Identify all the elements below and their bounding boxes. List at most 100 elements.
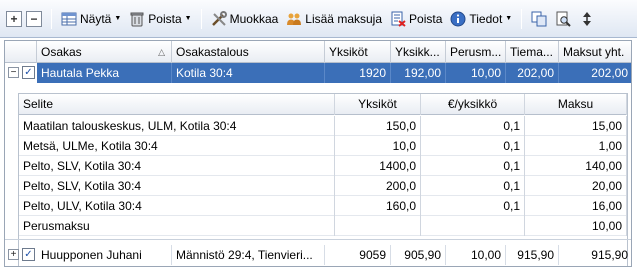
detail-cell-selite: Pelto, ULV, Kotila 30:4 bbox=[19, 196, 335, 216]
expand-row-icon[interactable]: + bbox=[8, 249, 19, 260]
header-tiemaksu[interactable]: Tiema... bbox=[506, 41, 559, 63]
detail-cell-per-yksikko: 0,1 bbox=[421, 136, 525, 156]
cell-osakastalous: Männistö 29:4, Tienvieri... bbox=[172, 245, 325, 265]
collapse-all-button[interactable]: − bbox=[26, 10, 42, 27]
copy-button[interactable] bbox=[527, 8, 551, 30]
sort-icon bbox=[583, 11, 592, 26]
dropdown-arrow-icon: ▼ bbox=[184, 15, 192, 22]
toolbar-separator bbox=[51, 8, 52, 29]
poista-dropdown-button[interactable]: Poista ▼ bbox=[125, 8, 195, 30]
lisaa-maksuja-label: Lisää maksuja bbox=[305, 11, 383, 26]
dropdown-arrow-icon: ▼ bbox=[114, 15, 122, 22]
detail-cell-maksu: 16,00 bbox=[525, 196, 627, 216]
detail-cell-per-yksikko bbox=[421, 216, 525, 236]
expand-all-button[interactable]: + bbox=[6, 10, 22, 27]
cell-osakas: Hautala Pekka bbox=[37, 63, 172, 83]
nayta-label: Näytä bbox=[80, 11, 112, 26]
cell-tiemaksu: 915,90 bbox=[506, 245, 559, 265]
header-osakas[interactable]: Osakas △ bbox=[37, 41, 172, 63]
detail-header: Selite Yksiköt €/yksikkö Maksu bbox=[19, 94, 627, 115]
detail-cell-maksu: 1,00 bbox=[525, 136, 627, 156]
cell-perusmaksu: 10,00 bbox=[446, 63, 506, 83]
detail-cell-per-yksikko: 0,1 bbox=[421, 176, 525, 196]
header-maksut-yht[interactable]: Maksut yht. bbox=[559, 41, 631, 63]
detail-cell-selite: Perusmaksu bbox=[19, 216, 335, 236]
cell-yksikot: 1920 bbox=[325, 63, 391, 83]
poista-label: Poista bbox=[409, 11, 443, 26]
header-yksikot[interactable]: Yksiköt bbox=[325, 41, 391, 63]
detail-row[interactable]: Pelto, SLV, Kotila 30:4 200,0 0,1 20,00 bbox=[19, 176, 627, 196]
toolbar: + − Näytä ▼ Poista ▼ Muokkaa Lisää maksu… bbox=[0, 0, 637, 38]
detail-cell-yksikot bbox=[335, 216, 421, 236]
cell-maksut-yht: 915,90 bbox=[559, 245, 631, 265]
detail-row[interactable]: Pelto, SLV, Kotila 30:4 1400,0 0,1 140,0… bbox=[19, 156, 627, 176]
detail-cell-maksu: 140,00 bbox=[525, 156, 627, 176]
tiedot-label: Tiedot bbox=[469, 11, 503, 26]
sort-ascending-icon: △ bbox=[158, 47, 165, 57]
header-expander-column bbox=[5, 41, 37, 63]
detail-cell-per-yksikko: 0,1 bbox=[421, 196, 525, 216]
header-label: Osakas bbox=[41, 45, 82, 59]
row-divider bbox=[5, 239, 631, 240]
users-icon bbox=[287, 13, 302, 25]
detail-row[interactable]: Perusmaksu 10,00 bbox=[19, 216, 627, 236]
cell-osakastalous: Kotila 30:4 bbox=[172, 63, 325, 83]
copy-icon bbox=[531, 11, 547, 26]
toolbar-separator bbox=[200, 8, 202, 29]
detail-cell-yksikot: 200,0 bbox=[335, 176, 421, 196]
detail-cell-maksu: 20,00 bbox=[525, 176, 627, 196]
header-osakastalous[interactable]: Osakastalous bbox=[172, 41, 325, 63]
sort-button[interactable] bbox=[575, 8, 599, 30]
detail-cell-yksikot: 160,0 bbox=[335, 196, 421, 216]
table-row[interactable]: + ✓ Huupponen Juhani Männistö 29:4, Tien… bbox=[5, 245, 631, 265]
cell-tiemaksu: 202,00 bbox=[506, 63, 559, 83]
cell-yksikkohinta: 905,90 bbox=[391, 245, 446, 265]
detail-header-maksu[interactable]: Maksu bbox=[525, 94, 627, 115]
detail-header-selite[interactable]: Selite bbox=[19, 94, 335, 115]
header-perusmaksu[interactable]: Perusm... bbox=[446, 41, 506, 63]
detail-header-yksikot[interactable]: Yksiköt bbox=[335, 94, 421, 115]
data-grid: Osakas △ Osakastalous Yksiköt Yksikk... … bbox=[4, 40, 632, 267]
print-preview-button[interactable] bbox=[551, 8, 575, 30]
cell-osakas: Huupponen Juhani bbox=[37, 245, 172, 265]
cell-yksikot: 9059 bbox=[325, 245, 391, 265]
cell-maksut-yht: 202,00 bbox=[559, 63, 631, 83]
cell-perusmaksu: 10,00 bbox=[446, 245, 506, 265]
muokkaa-button[interactable]: Muokkaa bbox=[207, 8, 283, 30]
detail-cell-selite: Pelto, SLV, Kotila 30:4 bbox=[19, 156, 335, 176]
row-checkbox[interactable]: ✓ bbox=[22, 66, 35, 79]
collapse-row-icon[interactable]: − bbox=[8, 67, 19, 78]
poista-button[interactable]: Poista bbox=[386, 8, 446, 30]
document-delete-icon bbox=[391, 11, 406, 27]
grid-header: Osakas △ Osakastalous Yksiköt Yksikk... … bbox=[5, 41, 631, 63]
tools-icon bbox=[211, 10, 227, 26]
row-checkbox[interactable]: ✓ bbox=[22, 248, 35, 261]
trash-icon bbox=[130, 12, 144, 26]
table-row[interactable]: − ✓ Hautala Pekka Kotila 30:4 1920 192,0… bbox=[5, 63, 631, 83]
dropdown-arrow-icon: ▼ bbox=[505, 15, 513, 22]
muokkaa-label: Muokkaa bbox=[229, 11, 279, 26]
print-preview-icon bbox=[556, 11, 571, 27]
toolbar-separator bbox=[521, 8, 523, 29]
detail-cell-selite: Maatilan talouskeskus, ULM, Kotila 30:4 bbox=[19, 116, 335, 136]
nayta-button[interactable]: Näytä ▼ bbox=[57, 8, 125, 30]
detail-cell-selite: Pelto, SLV, Kotila 30:4 bbox=[19, 176, 335, 196]
cell-yksikkohinta: 192,00 bbox=[391, 63, 446, 83]
detail-cell-yksikot: 10,0 bbox=[335, 136, 421, 156]
detail-cell-per-yksikko: 0,1 bbox=[421, 156, 525, 176]
detail-cell-yksikot: 1400,0 bbox=[335, 156, 421, 176]
detail-row[interactable]: Metsä, ULMe, Kotila 30:4 10,0 0,1 1,00 bbox=[19, 136, 627, 156]
poista-dropdown-label: Poista bbox=[148, 11, 182, 26]
detail-cell-yksikot: 150,0 bbox=[335, 116, 421, 136]
detail-header-per-yksikko[interactable]: €/yksikkö bbox=[421, 94, 525, 115]
detail-row[interactable]: Pelto, ULV, Kotila 30:4 160,0 0,1 16,00 bbox=[19, 196, 627, 216]
info-icon bbox=[450, 11, 466, 26]
detail-grid: Selite Yksiköt €/yksikkö Maksu Maatilan … bbox=[18, 93, 628, 266]
detail-cell-maksu: 10,00 bbox=[525, 216, 627, 236]
detail-row[interactable]: Maatilan talouskeskus, ULM, Kotila 30:4 … bbox=[19, 116, 627, 136]
detail-cell-per-yksikko: 0,1 bbox=[421, 116, 525, 136]
tiedot-button[interactable]: Tiedot ▼ bbox=[446, 8, 516, 30]
lisaa-maksuja-button[interactable]: Lisää maksuja bbox=[282, 8, 386, 30]
detail-cell-maksu: 15,00 bbox=[525, 116, 627, 136]
header-yksikkohinta[interactable]: Yksikk... bbox=[391, 41, 446, 63]
